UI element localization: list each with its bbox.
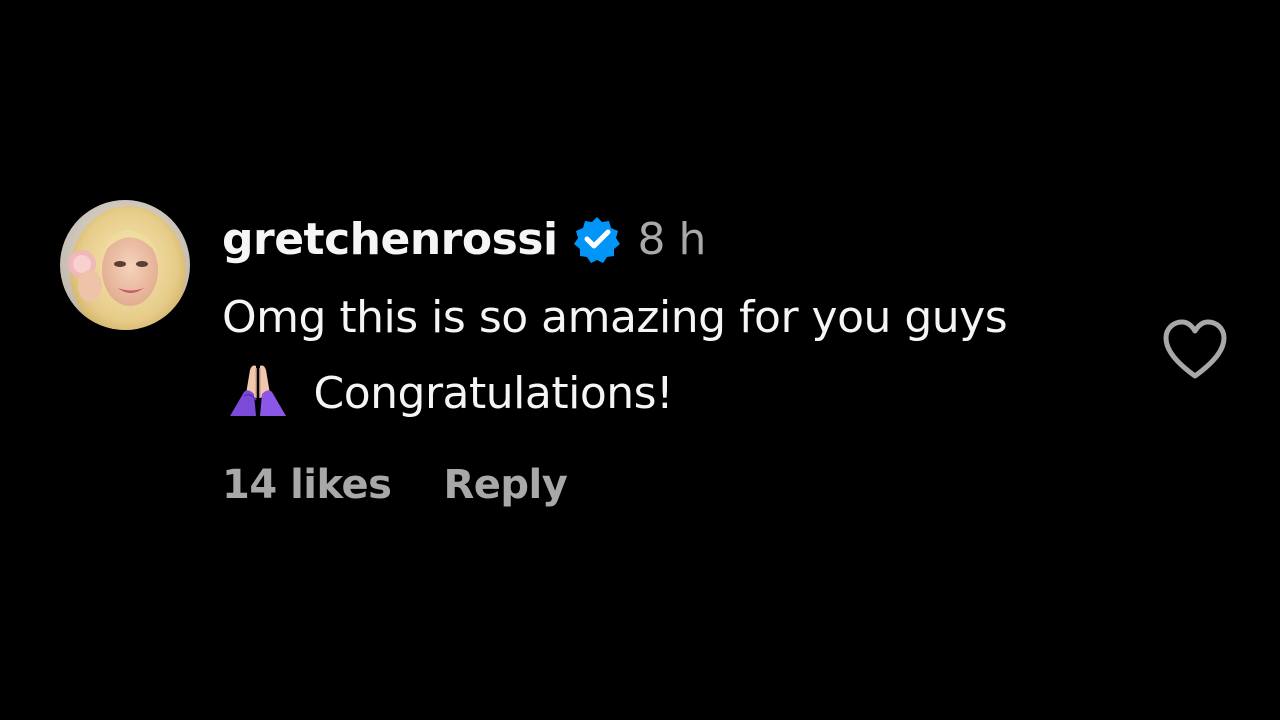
comment-timestamp[interactable]: 8 h: [638, 214, 707, 265]
comment-text-part-2: Congratulations!: [313, 368, 674, 419]
comment-item: gretchenrossi 8 h Omg this is so amazing…: [0, 0, 1280, 720]
comment-text-part-1: Omg this is so amazing for you guys: [222, 292, 1008, 343]
comment-actions: 14 likes Reply: [222, 462, 1122, 508]
folded-hands-emoji-icon: [226, 358, 290, 422]
comment-header: gretchenrossi 8 h: [222, 208, 1122, 270]
verified-badge-icon: [572, 214, 622, 264]
avatar[interactable]: [60, 200, 190, 330]
avatar-image: [60, 200, 190, 330]
comment-text: Omg this is so amazing for you guys Cong…: [222, 280, 1042, 432]
username-link[interactable]: gretchenrossi: [222, 214, 558, 265]
likes-count[interactable]: 14 likes: [222, 462, 392, 508]
heart-outline-icon[interactable]: [1160, 318, 1230, 382]
comment-body: gretchenrossi 8 h Omg this is so amazing…: [222, 208, 1122, 509]
reply-button[interactable]: Reply: [443, 462, 567, 508]
